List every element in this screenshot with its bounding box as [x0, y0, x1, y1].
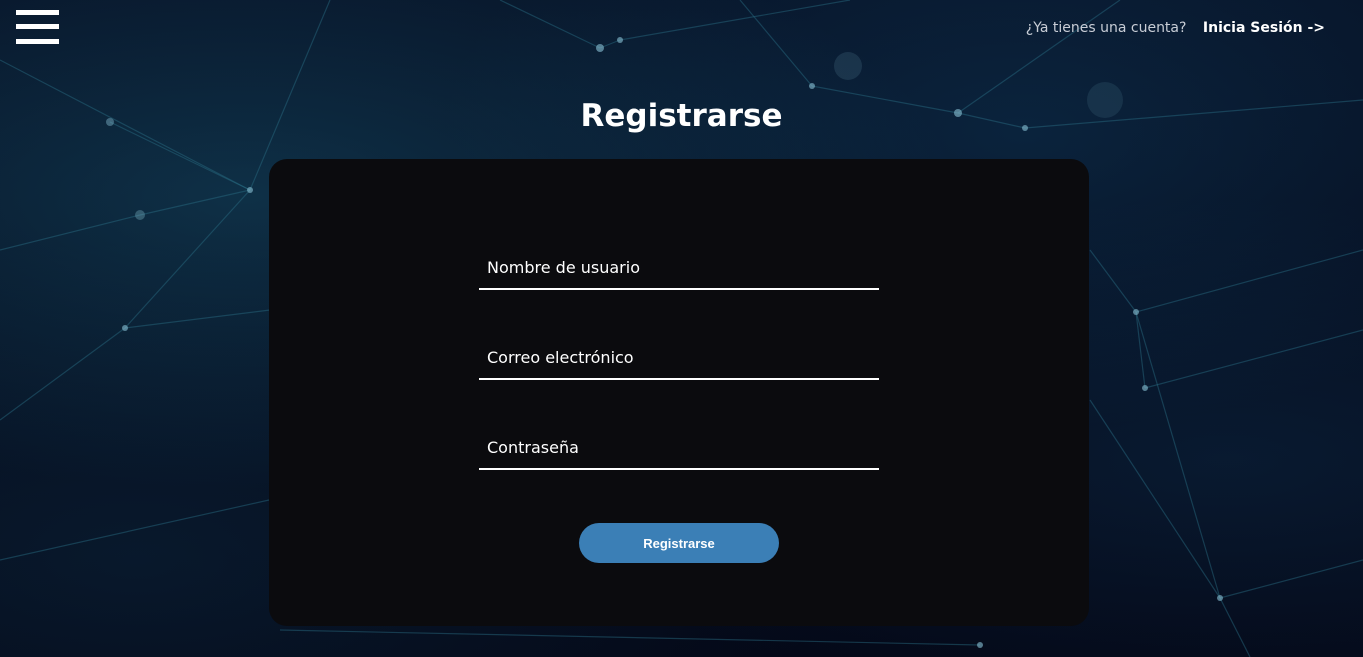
password-input[interactable] — [479, 428, 879, 466]
menu-bar — [16, 10, 59, 15]
email-field — [479, 338, 879, 380]
email-input[interactable] — [479, 338, 879, 376]
username-input[interactable] — [479, 248, 879, 286]
page-title: Registrarse — [580, 98, 783, 134]
login-link[interactable]: Inicia Sesión -> — [1203, 20, 1325, 36]
menu-bar — [16, 24, 59, 29]
hamburger-menu-icon[interactable] — [16, 10, 59, 44]
registration-form-card: Registrarse — [269, 159, 1089, 626]
menu-bar — [16, 39, 59, 44]
password-field — [479, 428, 879, 470]
registration-page: ¿Ya tienes una cuenta? Inicia Sesión -> … — [0, 0, 1363, 657]
username-field — [479, 248, 879, 290]
register-button[interactable]: Registrarse — [579, 523, 779, 563]
account-question-text: ¿Ya tienes una cuenta? — [1025, 20, 1187, 36]
login-prompt: ¿Ya tienes una cuenta? Inicia Sesión -> — [1026, 20, 1325, 36]
